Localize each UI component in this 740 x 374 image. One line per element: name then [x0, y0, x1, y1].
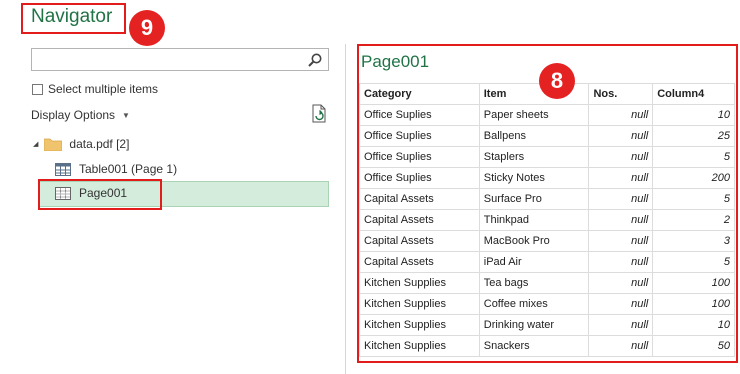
select-multiple-row[interactable]: Select multiple items	[32, 82, 158, 96]
select-multiple-label: Select multiple items	[48, 82, 159, 96]
annotation-badge-9: 9	[129, 10, 165, 46]
tree-folder-datapdf[interactable]: ◢ data.pdf [2]	[33, 137, 129, 151]
expand-triangle-icon[interactable]: ◢	[33, 140, 38, 148]
search-icon[interactable]	[307, 52, 323, 68]
annotation-badge-8: 8	[539, 63, 575, 99]
annotation-box-title	[21, 3, 126, 34]
folder-icon	[44, 138, 63, 151]
caret-down-icon: ▼	[122, 110, 130, 120]
select-multiple-checkbox[interactable]	[32, 83, 43, 95]
annotation-box-page	[38, 179, 162, 210]
table-icon	[55, 162, 71, 176]
tree-folder-label: data.pdf [2]	[69, 137, 130, 151]
refresh-icon[interactable]	[311, 104, 328, 123]
tree-item-table001[interactable]: Table001 (Page 1)	[55, 162, 177, 176]
search-input[interactable]	[31, 48, 329, 71]
display-options-label: Display Options	[31, 108, 116, 122]
pane-divider[interactable]	[345, 44, 346, 374]
display-options-dropdown[interactable]: Display Options ▼	[31, 108, 130, 122]
tree-item-label: Table001 (Page 1)	[79, 162, 178, 176]
